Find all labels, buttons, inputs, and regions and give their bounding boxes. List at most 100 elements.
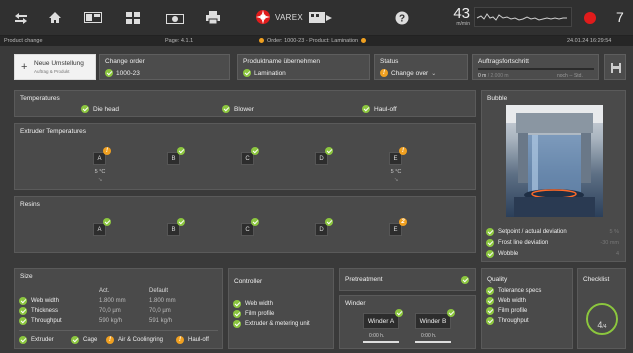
controller-web-width: Web width xyxy=(233,300,273,308)
alarm-count[interactable]: 7 xyxy=(616,9,624,25)
extruder-title: Extruder Temperatures xyxy=(20,128,86,135)
temp-haul-off: Haul-off xyxy=(362,105,397,113)
help-button[interactable]: ? xyxy=(395,11,409,30)
check-icon xyxy=(19,336,27,344)
winder-panel[interactable]: Winder xyxy=(339,295,476,349)
temp-item-label: Die head xyxy=(93,105,120,113)
speed-trend-graph[interactable] xyxy=(474,7,572,27)
pretreatment-panel[interactable]: Pretreatment xyxy=(339,268,476,291)
machine-hmi: VAREX ? 43 m/min 7 Product change Page: … xyxy=(0,0,633,353)
extruder-a[interactable]: A! xyxy=(93,147,111,165)
chevron-down-icon: ⌄ xyxy=(431,70,437,77)
warning-icon: ! xyxy=(380,69,388,77)
overview-button[interactable] xyxy=(76,0,110,36)
bubble-row-value: 5 % xyxy=(609,229,619,235)
check-icon xyxy=(177,218,185,226)
size-footer-haul-off: ! Haul-off xyxy=(176,336,209,344)
size-default-value: 591 kg/h xyxy=(149,318,173,324)
order-progress: Auftragsfortschritt 0 m / 2.000 m noch -… xyxy=(472,54,599,80)
winder-a-progress-bar xyxy=(363,341,399,343)
new-change-button[interactable]: + Neue Umstellung Auftrag & Produkt xyxy=(14,54,96,80)
check-icon xyxy=(461,276,469,284)
extruder-e[interactable]: E! xyxy=(389,147,407,165)
extruder-a-label: A xyxy=(97,156,102,162)
check-icon xyxy=(19,317,27,325)
alarm-indicator[interactable] xyxy=(584,12,596,24)
extruder-c[interactable]: C xyxy=(241,147,259,165)
winder-b-progress-bar xyxy=(415,341,451,343)
resin-e-label: E xyxy=(393,227,398,233)
check-icon xyxy=(103,218,111,226)
size-act-value: 590 kg/h xyxy=(99,318,123,324)
dashboard-button[interactable] xyxy=(116,0,150,36)
winder-a-button[interactable]: Winder A xyxy=(363,309,403,329)
back-button[interactable] xyxy=(4,0,38,36)
temp-item-label: Haul-off xyxy=(374,105,397,113)
resin-a[interactable]: A xyxy=(93,218,111,236)
strip-order: Order: 1000-23 - Product: Lamination xyxy=(256,36,369,46)
extruder-e-trend: ↘ xyxy=(393,177,399,183)
resins-panel[interactable]: Resins A B C D E2 xyxy=(14,196,476,253)
grid-icon xyxy=(126,11,140,24)
resin-b[interactable]: B xyxy=(167,218,185,236)
checklist-panel[interactable]: Checklist 4/4 xyxy=(577,268,626,349)
controller-item-label: Web width xyxy=(245,301,273,307)
extruder-d[interactable]: D xyxy=(315,147,333,165)
order-warning-dot-right xyxy=(361,38,367,44)
warning-icon: ! xyxy=(106,336,114,344)
size-row-web-width: Web width xyxy=(19,297,59,305)
size-footer-label: Extruder xyxy=(31,337,54,343)
resin-a-label: A xyxy=(97,227,102,233)
temperatures-panel[interactable]: Temperatures Die head Blower Haul-off xyxy=(14,90,476,117)
check-icon xyxy=(222,105,230,113)
product-name-field[interactable]: Produktname übernehmen Lamination xyxy=(237,54,370,80)
bubble-title: Bubble xyxy=(487,95,508,102)
resin-c[interactable]: C xyxy=(241,218,259,236)
resin-b-label: B xyxy=(171,227,176,233)
check-icon xyxy=(486,250,494,258)
home-button[interactable] xyxy=(38,0,72,36)
quality-panel[interactable]: Quality Tolerance specs Web width Film p… xyxy=(481,268,573,349)
change-order-field[interactable]: Change order 1000-23 xyxy=(99,54,230,80)
strip-order-text: Order: 1000-23 - Product: Lamination xyxy=(267,38,359,44)
strip-mode: Product change xyxy=(4,38,43,44)
size-row-throughput: Throughput xyxy=(19,317,62,325)
camera-icon xyxy=(166,13,184,24)
print-button[interactable] xyxy=(196,0,230,36)
warning-icon: ! xyxy=(103,147,111,155)
check-icon xyxy=(105,69,113,77)
resin-d[interactable]: D xyxy=(315,218,333,236)
bubble-wobble-row: Wobble xyxy=(486,250,518,258)
resins-title: Resins xyxy=(20,201,40,208)
size-title: Size xyxy=(20,273,33,280)
size-footer-extruder: Extruder xyxy=(19,336,54,344)
check-icon xyxy=(19,297,27,305)
extruder-b[interactable]: B xyxy=(167,147,185,165)
extruder-a-temp: 5 °C xyxy=(94,169,106,175)
winder-b-button[interactable]: Winder B xyxy=(415,309,455,329)
line-speed: 43 m/min xyxy=(440,6,470,27)
controller-panel[interactable]: Controller Web width Film profile Extrud… xyxy=(228,268,334,349)
product-value: Lamination xyxy=(254,69,286,77)
brand-name: VAREX xyxy=(275,12,304,22)
extruder-temperatures-panel[interactable]: Extruder Temperatures A! 5 °C ↘ B C D E!… xyxy=(14,123,476,190)
quality-item-label: Web width xyxy=(498,298,526,304)
help-icon: ? xyxy=(395,11,409,25)
size-default-value: 70,0 µm xyxy=(149,308,171,314)
strip-datetime: 24.01.24 16:29:54 xyxy=(567,38,612,44)
camera-button[interactable] xyxy=(158,0,192,36)
save-button[interactable] xyxy=(604,54,626,80)
machine-view-button[interactable] xyxy=(309,10,333,30)
warning-count-badge: 2 xyxy=(399,218,407,226)
product-label: Produktname übernehmen xyxy=(243,58,320,65)
check-icon xyxy=(486,239,494,247)
controller-film-profile: Film profile xyxy=(233,310,274,318)
resin-e[interactable]: E2 xyxy=(389,218,407,236)
status-dropdown[interactable]: Status ! Change over ⌄ xyxy=(374,54,468,80)
bubble-panel[interactable]: Bubble Setpoint / actual deviation 5 % F… xyxy=(481,90,626,262)
varex-logo: VAREX xyxy=(255,9,303,25)
progress-done-row: 0 m / 2.000 m xyxy=(478,73,509,79)
line-speed-value: 43 xyxy=(453,5,470,22)
top-toolbar: VAREX ? 43 m/min 7 xyxy=(0,0,633,36)
size-panel[interactable]: Size Act. Default Web width 1.800 mm 1.8… xyxy=(14,268,223,349)
